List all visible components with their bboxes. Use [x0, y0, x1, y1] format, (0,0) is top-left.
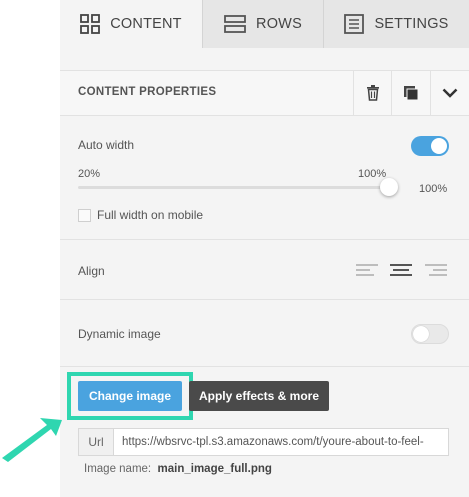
- toggle-knob: [431, 138, 447, 154]
- tab-settings[interactable]: SETTINGS: [324, 0, 469, 48]
- tab-content-label: CONTENT: [110, 16, 182, 32]
- settings-icon: [344, 14, 365, 34]
- delete-button[interactable]: [353, 71, 392, 115]
- tab-settings-label: SETTINGS: [374, 16, 449, 32]
- divider: [60, 239, 469, 240]
- divider: [60, 366, 469, 367]
- tab-rows-label: ROWS: [256, 16, 302, 32]
- tab-rows[interactable]: ROWS: [203, 0, 323, 48]
- align-center-icon[interactable]: [390, 262, 412, 278]
- align-label: Align: [78, 264, 105, 278]
- collapse-button[interactable]: [430, 71, 469, 115]
- image-name-label: Image name:: [84, 463, 152, 475]
- rows-icon: [224, 15, 246, 33]
- tab-content[interactable]: CONTENT: [60, 0, 202, 48]
- width-slider-track[interactable]: [78, 186, 390, 189]
- dynamic-image-toggle[interactable]: [411, 324, 449, 344]
- width-slider-handle[interactable]: [380, 178, 398, 196]
- duplicate-button[interactable]: [391, 71, 430, 115]
- divider: [60, 299, 469, 300]
- panel-header: CONTENT PROPERTIES: [60, 70, 469, 116]
- auto-width-toggle[interactable]: [411, 136, 449, 156]
- auto-width-label: Auto width: [78, 138, 135, 152]
- slider-min-label: 20%: [78, 168, 101, 180]
- grid-icon: [80, 14, 101, 34]
- full-width-mobile-checkbox[interactable]: [78, 209, 91, 222]
- apply-effects-button[interactable]: Apply effects & more: [189, 381, 329, 411]
- width-value: 100%: [419, 183, 448, 195]
- image-name-value: main_image_full.png: [157, 463, 272, 475]
- dynamic-image-label: Dynamic image: [78, 327, 161, 341]
- highlight-box: [67, 372, 193, 420]
- duplicate-icon: [404, 86, 419, 101]
- url-field: Url: [78, 428, 449, 456]
- align-left-icon[interactable]: [356, 262, 378, 278]
- url-input[interactable]: [114, 429, 448, 455]
- url-label: Url: [79, 429, 114, 455]
- slider-max-label: 100%: [358, 168, 387, 180]
- panel-title: CONTENT PROPERTIES: [78, 86, 217, 98]
- full-width-mobile-label: Full width on mobile: [97, 208, 204, 222]
- trash-icon: [367, 85, 379, 101]
- tab-bar: CONTENT ROWS SETTINGS: [60, 0, 469, 48]
- chevron-down-icon: [442, 88, 458, 98]
- image-name: Image name: main_image_full.png: [84, 463, 272, 475]
- toggle-knob: [413, 326, 429, 342]
- pointer-arrow-icon: [2, 418, 62, 462]
- align-right-icon[interactable]: [425, 262, 447, 278]
